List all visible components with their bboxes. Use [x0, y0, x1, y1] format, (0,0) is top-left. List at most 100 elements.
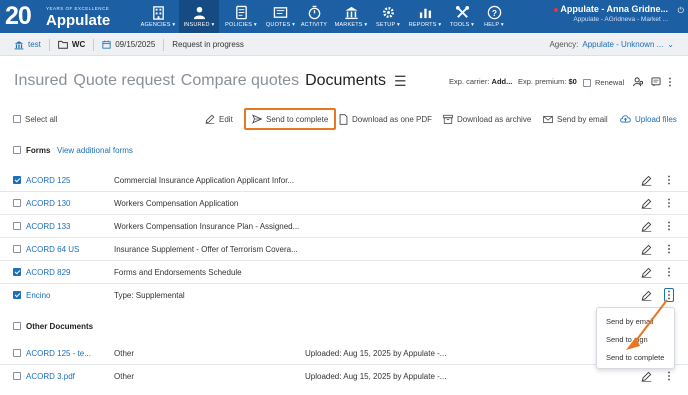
- document-checkbox[interactable]: [13, 372, 21, 380]
- nav-agencies[interactable]: AGENCIES ▾: [139, 0, 177, 33]
- nav-tools[interactable]: TOOLS ▾: [447, 0, 477, 33]
- document-type: Other: [114, 348, 135, 358]
- row-more-icon[interactable]: ⋮: [664, 173, 674, 187]
- user-search-icon[interactable]: [633, 77, 644, 87]
- effective-date: 09/15/2025: [102, 40, 155, 49]
- send-by-email-button[interactable]: Send by email: [543, 111, 608, 127]
- setup-icon: [382, 7, 394, 18]
- forms-section-header: Forms View additional forms: [0, 141, 688, 159]
- form-row[interactable]: ACORD 133 Workers Compensation Insurance …: [0, 215, 688, 238]
- line-of-business[interactable]: WC: [58, 40, 85, 49]
- appulate-logo[interactable]: 20 YEARS OF EXCELLENCE Appulate: [5, 3, 110, 30]
- form-row[interactable]: ACORD 64 US Insurance Supplement - Offer …: [0, 238, 688, 261]
- row-more-icon[interactable]: ⋮: [664, 265, 674, 279]
- forms-checkbox[interactable]: [13, 146, 21, 154]
- row-more-icon[interactable]: ⋮: [664, 242, 674, 256]
- document-name-link[interactable]: ACORD 125 - te...: [26, 342, 91, 364]
- form-checkbox[interactable]: [13, 176, 21, 184]
- form-name-link[interactable]: ACORD 64 US: [26, 238, 79, 260]
- menu-send-to-complete[interactable]: Send to complete: [606, 353, 664, 362]
- tab-documents[interactable]: Documents: [305, 72, 386, 90]
- edit-label: Edit: [219, 114, 233, 124]
- exp-carrier[interactable]: Exp. carrier: Add...: [449, 77, 512, 86]
- nav-reports[interactable]: REPORTS ▾: [405, 0, 445, 33]
- form-checkbox[interactable]: [13, 291, 21, 299]
- hamburger-icon[interactable]: ☰: [394, 73, 407, 90]
- page-tabs: Insured Quote request Compare quotes Doc…: [14, 72, 407, 90]
- forms-title: Forms: [26, 145, 51, 155]
- form-row[interactable]: Encino Type: Supplemental ⋮: [0, 284, 688, 307]
- send-to-complete-button[interactable]: Send to complete: [244, 108, 337, 130]
- nav-markets-label: MARKETS: [334, 22, 363, 28]
- more-options-icon[interactable]: ⋮: [665, 75, 675, 89]
- form-checkbox[interactable]: [13, 199, 21, 207]
- nav-policies[interactable]: POLICIES ▾: [221, 0, 261, 33]
- nav-help-label: HELP: [484, 22, 500, 28]
- form-name-link[interactable]: ACORD 133: [26, 215, 70, 237]
- effective-date-value: 09/15/2025: [115, 40, 156, 49]
- nav-quotes-label: QUOTES: [265, 22, 291, 28]
- documents-toolbar: Select all Edit Send to complete Downloa…: [0, 108, 688, 130]
- document-row[interactable]: ACORD 3.pdf Other Uploaded: Aug 15, 2025 b…: [0, 365, 688, 388]
- pencil-icon: [641, 267, 652, 278]
- document-checkbox[interactable]: [13, 349, 21, 357]
- form-row[interactable]: ACORD 130 Workers Compensation Applicatio…: [0, 192, 688, 215]
- form-name-link[interactable]: ACORD 125: [26, 169, 70, 191]
- edit-button[interactable]: Edit: [205, 111, 233, 127]
- renewal-checkbox[interactable]: [583, 78, 591, 87]
- form-name-link[interactable]: ACORD 829: [26, 261, 70, 283]
- calendar-icon: [102, 40, 111, 49]
- nav-help[interactable]: ? HELP ▾: [480, 0, 508, 33]
- user-menu[interactable]: Appulate - Anna Gridne... Appulate - AGr…: [554, 4, 668, 23]
- other-documents-checkbox[interactable]: [13, 322, 21, 330]
- nav-activity[interactable]: ACTIVITY: [300, 0, 328, 33]
- view-additional-forms-link[interactable]: View additional forms: [57, 141, 133, 159]
- nav-quotes[interactable]: QUOTES ▾: [262, 0, 299, 33]
- renewal-toggle[interactable]: Renewal: [583, 78, 624, 87]
- form-row[interactable]: ACORD 125 Commercial Insurance Applicatio…: [0, 169, 688, 192]
- row-more-icon[interactable]: ⋮: [664, 369, 674, 383]
- tab-compare-quotes[interactable]: Compare quotes: [181, 72, 299, 90]
- tab-quote-request[interactable]: Quote request: [73, 72, 174, 90]
- form-name-link[interactable]: Encino: [26, 284, 50, 306]
- forms-select[interactable]: Forms: [13, 141, 50, 159]
- exp-carrier-value: Add...: [491, 77, 513, 86]
- nav-setup[interactable]: SETUP ▾: [372, 0, 404, 33]
- svg-text:?: ?: [491, 8, 496, 18]
- nav-insured[interactable]: INSURED ▾: [179, 0, 219, 33]
- exp-premium: Exp. premium: $0: [518, 77, 577, 86]
- form-row[interactable]: ACORD 829 Forms and Endorsements Schedule…: [0, 261, 688, 284]
- document-name-link[interactable]: ACORD 3.pdf: [26, 365, 75, 387]
- status-dot-icon: [554, 7, 559, 12]
- edit-form-button[interactable]: [641, 169, 652, 191]
- edit-form-button[interactable]: [641, 215, 652, 237]
- download-pdf-button[interactable]: Download as one PDF: [339, 111, 432, 127]
- edit-form-button[interactable]: [641, 238, 652, 260]
- send-to-complete-label: Send to complete: [266, 114, 329, 124]
- notes-icon[interactable]: [651, 77, 661, 87]
- pencil-icon: [641, 221, 652, 232]
- select-all[interactable]: Select all: [13, 111, 57, 127]
- form-name-link[interactable]: ACORD 130: [26, 192, 70, 214]
- select-all-checkbox[interactable]: [13, 115, 21, 123]
- nav-setup-label: SETUP: [376, 22, 396, 28]
- edit-form-button[interactable]: [641, 261, 652, 283]
- edit-form-button[interactable]: [641, 192, 652, 214]
- row-more-icon[interactable]: ⋮: [664, 219, 674, 233]
- form-checkbox[interactable]: [13, 222, 21, 230]
- other-documents-select[interactable]: Other Documents: [13, 317, 93, 335]
- agency-selector[interactable]: Agency: Appulate - Unknown ... ⌄: [549, 40, 674, 49]
- agency-link[interactable]: Appulate - Unknown ...: [582, 40, 663, 49]
- download-archive-button[interactable]: Download as archive: [443, 111, 531, 127]
- form-checkbox[interactable]: [13, 268, 21, 276]
- form-checkbox[interactable]: [13, 245, 21, 253]
- tab-insured[interactable]: Insured: [14, 72, 67, 90]
- activity-icon: [308, 5, 320, 20]
- insured-breadcrumb[interactable]: test: [14, 40, 41, 50]
- upload-files-button[interactable]: Upload files: [620, 111, 677, 127]
- document-row[interactable]: ACORD 125 - te... Other Uploaded: Aug 15, …: [0, 342, 688, 365]
- nav-agencies-label: AGENCIES: [140, 22, 171, 28]
- nav-markets[interactable]: MARKETS ▾: [331, 0, 371, 33]
- power-icon[interactable]: ⏻: [678, 6, 684, 16]
- row-more-icon[interactable]: ⋮: [664, 196, 674, 210]
